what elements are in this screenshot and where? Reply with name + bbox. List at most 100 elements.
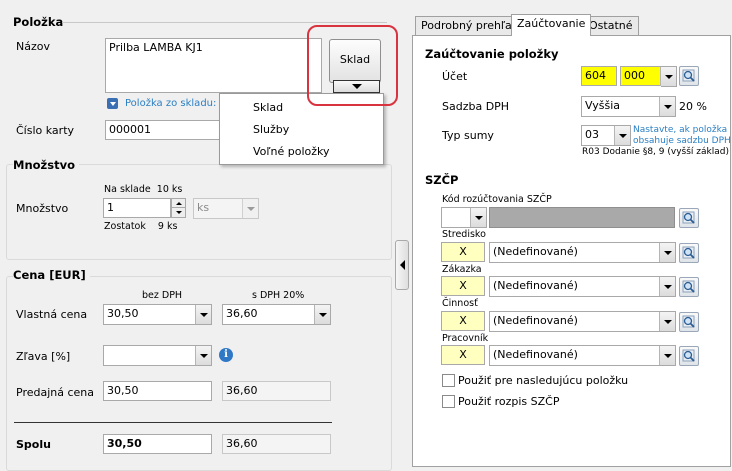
zakazka-search-button[interactable] [679,277,699,297]
cinnost-select[interactable]: (Nedefinované) [489,311,676,332]
chevron-down-icon [618,133,627,138]
predajna-cena-label: Predajná cena [16,386,95,399]
zlava-select[interactable] [103,345,212,366]
pouzit-rozpis-checkbox[interactable] [442,395,455,408]
kod-description [489,207,675,228]
search-icon [682,280,695,293]
na-sklade-text: Na sklade 10 ks [104,184,183,195]
mnozstvo-input[interactable]: 1 [103,198,171,218]
menu-item-volne-polozky[interactable]: Voľné položky [253,145,330,158]
chevron-down-icon [663,284,672,289]
mnozstvo-spinner[interactable] [171,198,186,218]
vlastna-s-value: 36,60 [226,307,258,320]
unit-select[interactable]: ks [193,198,259,219]
cinnost-search-button[interactable] [679,312,699,332]
search-icon [682,211,695,224]
spolu-s-input: 36,60 [222,434,331,454]
sadzba-label: Sadzba DPH [442,100,510,113]
nazov-label: Názov [16,40,50,53]
pouzit-nasledujucu-checkbox[interactable] [442,374,455,387]
pracovnik-search-button[interactable] [679,346,699,366]
chevron-left-icon [399,260,405,270]
mnozstvo-label: Množstvo [16,202,69,215]
chevron-down-icon [246,206,255,211]
search-icon [682,69,695,82]
kod-search-button[interactable] [679,208,699,228]
cislo-karty-input[interactable]: 000001 [105,120,220,140]
pracovnik-select[interactable]: (Nedefinované) [489,345,676,366]
zostatok-text: Zostatok 9 ks [104,221,178,232]
kod-select[interactable] [441,207,487,228]
chevron-down-icon [474,215,483,220]
spin-down-icon[interactable] [172,208,185,217]
menu-item-sklad[interactable]: Sklad [253,101,283,114]
zauctovanie-title: Zaúčtovanie položky [425,47,559,61]
collapse-icon[interactable] [107,98,118,109]
typ-sumy-value: 03 [585,128,599,141]
chevron-down-icon [318,312,327,317]
spolu-separator [14,422,332,423]
pracovnik-code[interactable]: X [441,345,485,365]
zakazka-label: Zákazka [442,264,482,275]
panel-collapse-button[interactable] [395,240,409,290]
vlastna-bez-select[interactable]: 30,50 [103,304,212,325]
mnozstvo-title: Množstvo [13,158,79,172]
typ-note-2: obsahuje sadzbu DPH [633,136,731,146]
spolu-bez-input[interactable]: 30,50 [103,434,212,454]
typ-sumy-select[interactable]: 03 [581,125,631,146]
typ-note-1: Nastavte, ak položka [633,125,728,135]
stredisko-value: (Nedefinované) [493,245,578,258]
zakazka-select[interactable]: (Nedefinované) [489,276,676,297]
ucet-label: Účet [442,70,468,83]
ucet-search-button[interactable] [679,66,699,86]
chevron-down-icon [663,104,672,109]
pouzit-nasledujucu-label: Použiť pre nasledujúcu položku [458,374,629,387]
sadzba-value: Vyššia [585,99,620,112]
cinnost-label: Činnosť [442,298,478,309]
typ-sumy-label: Typ sumy [442,129,494,142]
cinnost-value: (Nedefinované) [493,314,578,327]
unit-value: ks [197,201,210,214]
polozka-divider [62,22,387,23]
chevron-down-icon [663,319,672,324]
search-icon [682,315,695,328]
chevron-down-icon [199,312,208,317]
spolu-label: Spolu [16,438,51,451]
spin-up-icon[interactable] [172,199,185,208]
zlava-label: Zľava [%] [16,350,71,363]
polozka-title: Položka [13,15,64,29]
chevron-down-icon [663,250,672,255]
chevron-down-icon [199,353,208,358]
zo-skladu-link[interactable]: Položka zo skladu: Sklad [125,98,220,109]
predajna-bez-input[interactable]: 30,50 [103,381,212,401]
stredisko-select[interactable]: (Nedefinované) [489,242,676,263]
menu-item-sluzby[interactable]: Služby [253,123,289,136]
search-icon [682,349,695,362]
col-bez-dph: bez DPH [142,290,183,301]
zakazka-value: (Nedefinované) [493,279,578,292]
stredisko-search-button[interactable] [679,243,699,263]
chevron-down-icon [663,353,672,358]
tab-podrobny-prehlad[interactable]: Podrobný prehľad [415,16,525,35]
nazov-textarea[interactable]: Prilba LAMBA KJ1 [105,38,322,93]
vlastna-bez-value: 30,50 [107,307,139,320]
col-s-dph: s DPH 20% [252,290,305,301]
cinnost-code[interactable]: X [441,311,485,331]
cislo-karty-label: Číslo karty [16,124,75,137]
typ-desc: R03 Dodanie §8, 9 (vyšší základ) [582,147,729,157]
kod-label: Kód rozúčtovania SZČP [442,194,552,205]
zakazka-code[interactable]: X [441,276,485,296]
info-icon[interactable]: i [219,348,233,362]
ucet-input-a[interactable]: 604 [581,66,617,86]
tab-zauctovanie[interactable]: Zaúčtovanie [511,14,592,36]
annotation-highlight [307,25,398,106]
stredisko-code[interactable]: X [441,242,485,262]
pracovnik-label: Pracovník [442,333,489,344]
chevron-down-icon [664,74,673,79]
sadzba-select[interactable]: Vyššia [581,96,676,117]
search-icon [682,246,695,259]
ucet-input-b[interactable]: 000 [620,66,662,86]
pracovnik-value: (Nedefinované) [493,348,578,361]
vlastna-s-select[interactable]: 36,60 [222,304,331,325]
ucet-select-arrow[interactable] [660,66,677,87]
